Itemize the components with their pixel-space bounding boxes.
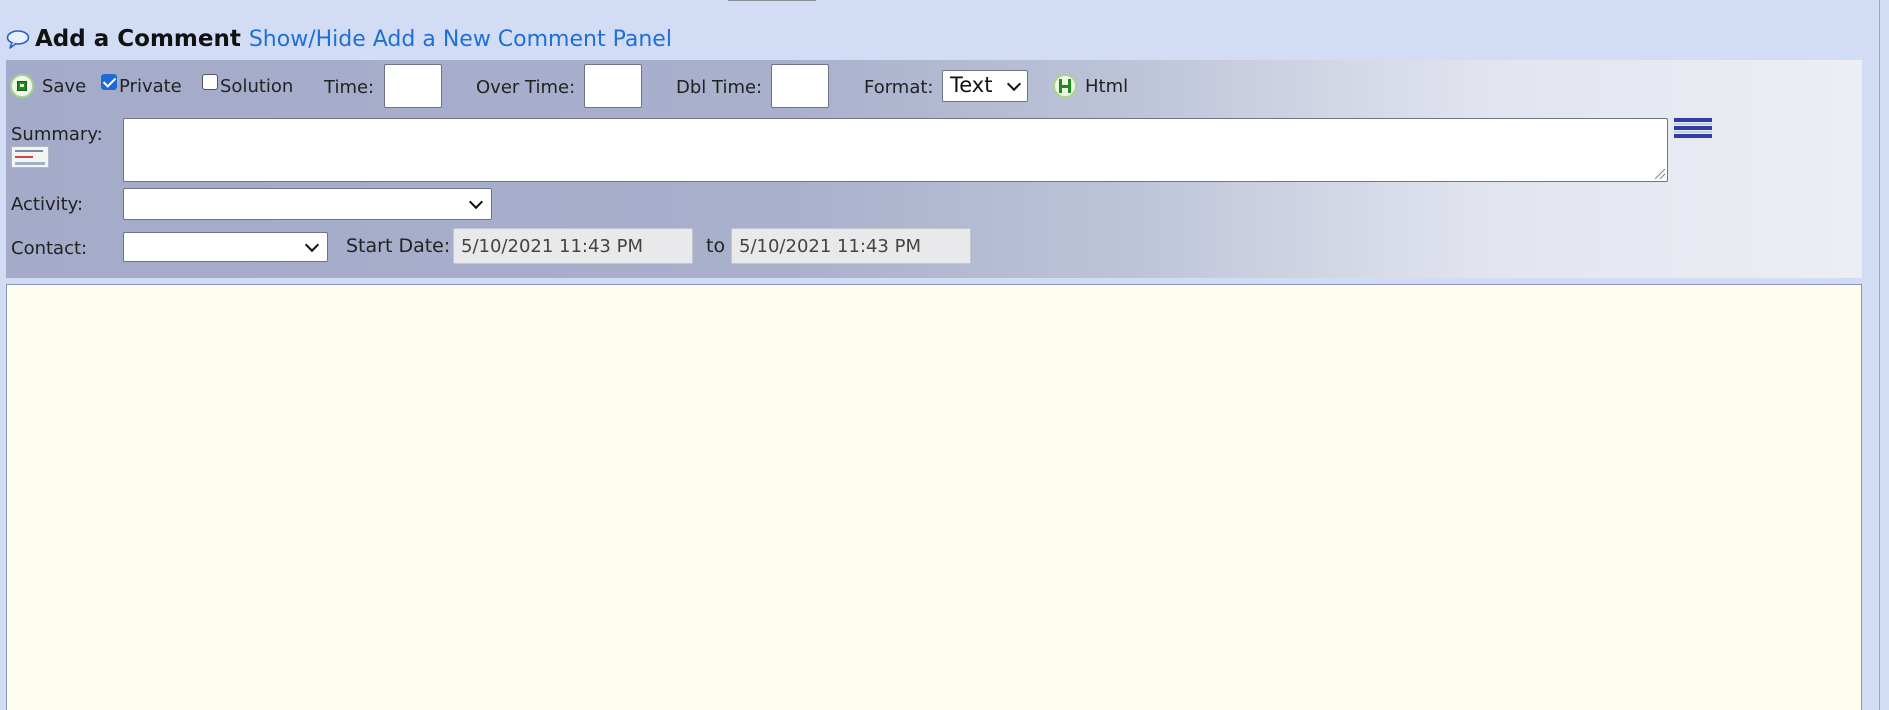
comment-bubble-icon [6, 30, 30, 49]
summary-label: Summary: [11, 124, 103, 145]
time-input[interactable] [384, 64, 442, 108]
comment-header: Add a Comment Show/Hide Add a New Commen… [6, 22, 672, 56]
format-label: Format: [864, 77, 934, 98]
overtime-label: Over Time: [476, 77, 576, 98]
format-select[interactable]: Text [942, 70, 1028, 102]
html-h-icon[interactable] [1053, 74, 1077, 98]
start-date-label: Start Date: [346, 235, 451, 257]
comment-editor[interactable] [6, 284, 1862, 710]
contact-label: Contact: [11, 238, 88, 259]
chevron-down-icon [468, 194, 484, 210]
page-title: Add a Comment [35, 26, 241, 52]
right-border [1879, 0, 1880, 710]
save-button[interactable]: Save [42, 76, 86, 97]
to-label: to [706, 235, 726, 257]
resize-grip-icon[interactable] [1655, 169, 1665, 179]
overtime-input[interactable] [584, 64, 642, 108]
contact-select[interactable] [123, 232, 328, 262]
dbltime-input[interactable] [771, 64, 829, 108]
end-date-input[interactable]: 5/10/2021 11:43 PM [731, 228, 971, 264]
solution-checkbox[interactable] [202, 74, 218, 90]
solution-label: Solution [220, 76, 294, 97]
html-button[interactable]: Html [1085, 76, 1128, 97]
activity-label: Activity: [11, 194, 84, 215]
chevron-down-icon [304, 237, 320, 253]
private-label: Private [119, 76, 182, 97]
dbltime-label: Dbl Time: [676, 77, 763, 98]
table-icon[interactable] [1674, 118, 1712, 140]
add-comment-panel: Save Private Solution Time: Over Time: D… [6, 60, 1862, 278]
top-tab-edge [728, 0, 816, 1]
private-checkbox[interactable] [101, 74, 117, 90]
chevron-down-icon [1006, 76, 1022, 92]
show-hide-panel-link[interactable]: Show/Hide Add a New Comment Panel [249, 27, 672, 52]
toolbar-row: Save Private Solution Time: Over Time: D… [6, 60, 1862, 114]
format-select-value: Text [950, 73, 993, 97]
time-label: Time: [324, 77, 375, 98]
activity-select[interactable] [123, 188, 492, 220]
save-icon[interactable] [10, 74, 34, 98]
summary-template-icon[interactable] [11, 146, 49, 168]
summary-textarea[interactable] [123, 118, 1668, 182]
start-date-input[interactable]: 5/10/2021 11:43 PM [453, 228, 693, 264]
